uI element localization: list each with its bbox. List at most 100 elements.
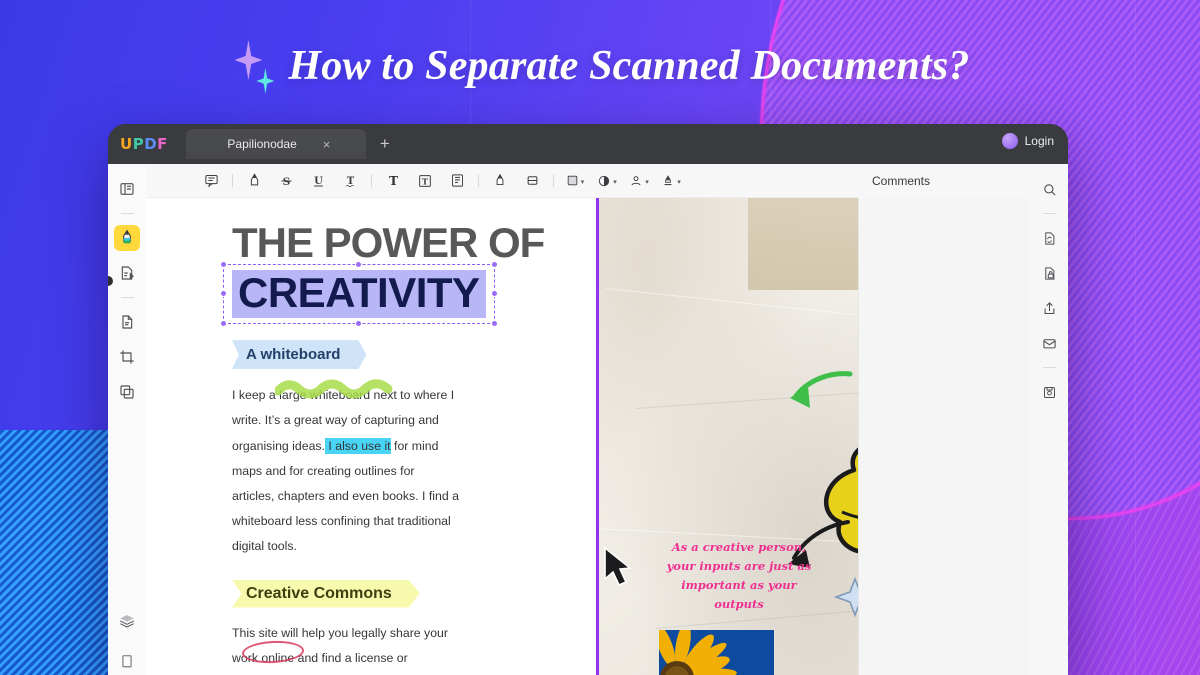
boxed-t-icon: T [419, 174, 431, 187]
svg-text:T: T [389, 173, 398, 187]
page-title: How to Separate Scanned Documents? [288, 43, 970, 89]
right-toolbar-rail [1030, 164, 1068, 675]
sidebar-item-share[interactable] [1036, 295, 1062, 321]
selected-text-object[interactable]: CREATIVITY [220, 261, 498, 328]
toolbar-underline[interactable]: U [307, 170, 329, 192]
workspace: THE POWER OF CREATIVITY A whiteboard I k… [146, 198, 1030, 675]
center-area: S U T T T ▾ ▾ ▾ ▾ Comments THE POWER OF … [146, 164, 1030, 675]
comments-title: Comments [872, 174, 931, 188]
sidebar-item-protect[interactable] [1036, 260, 1062, 286]
eraser-icon [527, 176, 537, 185]
para1-pre: I keep a [232, 388, 280, 403]
document-tab[interactable]: Papilionodae × [185, 129, 366, 159]
updf-logo: UPDF [120, 135, 168, 153]
selection-handle-mr[interactable] [490, 290, 498, 298]
comments-panel[interactable] [858, 198, 1030, 675]
text-t-icon: T [389, 173, 398, 187]
comment-bubble-icon [204, 175, 218, 188]
background-stripes-left-lower [0, 430, 120, 675]
toolbar-divider-4 [553, 174, 554, 187]
doc-paragraph-whiteboard: I keep a large whiteboard next to where … [232, 379, 460, 559]
selection-handle-tr[interactable] [490, 261, 498, 268]
sidebar-item-annotate-highlighter[interactable] [114, 225, 140, 251]
signature-icon [664, 175, 672, 186]
toolbar-squiggly[interactable]: T [339, 170, 361, 192]
toolbar-text-box[interactable]: T [382, 170, 404, 192]
svg-text:T: T [422, 176, 428, 186]
toolbar-stamp[interactable] [628, 170, 650, 192]
save-disk-icon [1043, 386, 1055, 398]
callout-icon [451, 174, 463, 187]
doc-heading-whiteboard: A whiteboard [232, 340, 367, 370]
square-shape-icon [567, 175, 578, 186]
sunflower-image [659, 630, 774, 675]
share-upload-icon [1044, 301, 1054, 314]
para1-post: for mind maps and for creating outlines … [232, 438, 459, 554]
document-left-page: THE POWER OF CREATIVITY A whiteboard I k… [146, 198, 596, 675]
sidebar-item-search[interactable] [1036, 176, 1062, 202]
login-label: Login [1024, 134, 1054, 148]
para1-scribbled: large whiteboard [279, 388, 371, 403]
toolbar-shapes[interactable] [564, 170, 586, 192]
selection-handle-tc[interactable] [354, 261, 362, 268]
para2-post: and find a license or [294, 650, 408, 665]
crop-icon [120, 350, 134, 364]
toolbar-signature[interactable] [660, 170, 682, 192]
sidebar-item-page-display[interactable] [114, 648, 140, 674]
left-toolbar-rail [108, 164, 146, 675]
right-rail-divider-2 [1042, 367, 1056, 368]
new-tab-button[interactable]: + [380, 134, 390, 154]
app-window: UPDF Papilionodae × + Login S U T T T ▾ … [108, 124, 1068, 675]
pdf-page-view[interactable]: THE POWER OF CREATIVITY A whiteboard I k… [146, 198, 858, 675]
organize-pages-icon [120, 385, 134, 399]
para2-pre: This site will help you legally share yo… [232, 625, 448, 640]
window-titlebar: UPDF Papilionodae × + Login [108, 124, 1068, 164]
selection-bounding-box [223, 264, 495, 325]
selection-handle-ml[interactable] [220, 290, 227, 298]
login-button[interactable]: Login [1001, 133, 1054, 149]
selection-handle-br[interactable] [490, 320, 498, 328]
sidebar-item-layers[interactable] [114, 608, 140, 634]
paper-crease-1 [605, 288, 858, 344]
toolbar-strikethrough[interactable]: S [275, 170, 297, 192]
app-body: S U T T T ▾ ▾ ▾ ▾ Comments THE POWER OF … [108, 164, 1068, 675]
sidebar-item-save[interactable] [1036, 379, 1062, 405]
banner-headline-row: How to Separate Scanned Documents? [0, 38, 1200, 94]
rail-divider-1 [120, 213, 134, 214]
highlighter-pen-icon [123, 229, 131, 244]
comments-panel-header: Comments [858, 164, 1030, 198]
sidebar-item-reader-view[interactable] [114, 176, 140, 202]
sidebar-item-email[interactable] [1036, 330, 1062, 356]
star-icon [834, 576, 858, 618]
selection-handle-tl[interactable] [220, 261, 227, 268]
sidebar-item-crop-page[interactable] [114, 344, 140, 370]
doc-title-line1: THE POWER OF [232, 219, 545, 266]
envelope-icon [1042, 338, 1056, 348]
right-rail-divider-1 [1042, 213, 1056, 214]
toolbar-sticky-note[interactable] [200, 170, 222, 192]
rail-divider-2 [120, 297, 134, 298]
doc-paragraph-creative-commons: This site will help you legally share yo… [232, 621, 464, 671]
book-reader-icon [120, 183, 134, 195]
toolbar-eraser[interactable] [521, 170, 543, 192]
pen-icon [496, 173, 504, 186]
toolbar-highlight[interactable] [243, 170, 265, 192]
sidebar-item-organize-pages[interactable] [114, 379, 140, 405]
sidebar-item-convert[interactable] [1036, 225, 1062, 251]
sidebar-item-page-tools[interactable] [114, 309, 140, 335]
scan-tan-band [748, 198, 858, 290]
selection-handle-bl[interactable] [220, 320, 227, 328]
toolbar-pencil[interactable] [489, 170, 511, 192]
toolbar-color-picker[interactable] [596, 170, 618, 192]
toolbar-divider-1 [232, 174, 233, 187]
selection-handle-bc[interactable] [354, 320, 362, 328]
toolbar-text-field[interactable]: T [414, 170, 436, 192]
tab-close-icon[interactable]: × [323, 137, 331, 152]
squiggly-t-icon: T [345, 176, 354, 187]
sidebar-item-edit-pdf[interactable] [114, 260, 140, 286]
stamp-person-icon [631, 175, 641, 185]
doc-heading-creative-commons: Creative Commons [232, 579, 420, 608]
toolbar-text-callout[interactable] [446, 170, 468, 192]
search-icon [1043, 183, 1056, 196]
pink-handwritten-note: As a creative person, your inputs are ju… [666, 540, 812, 611]
